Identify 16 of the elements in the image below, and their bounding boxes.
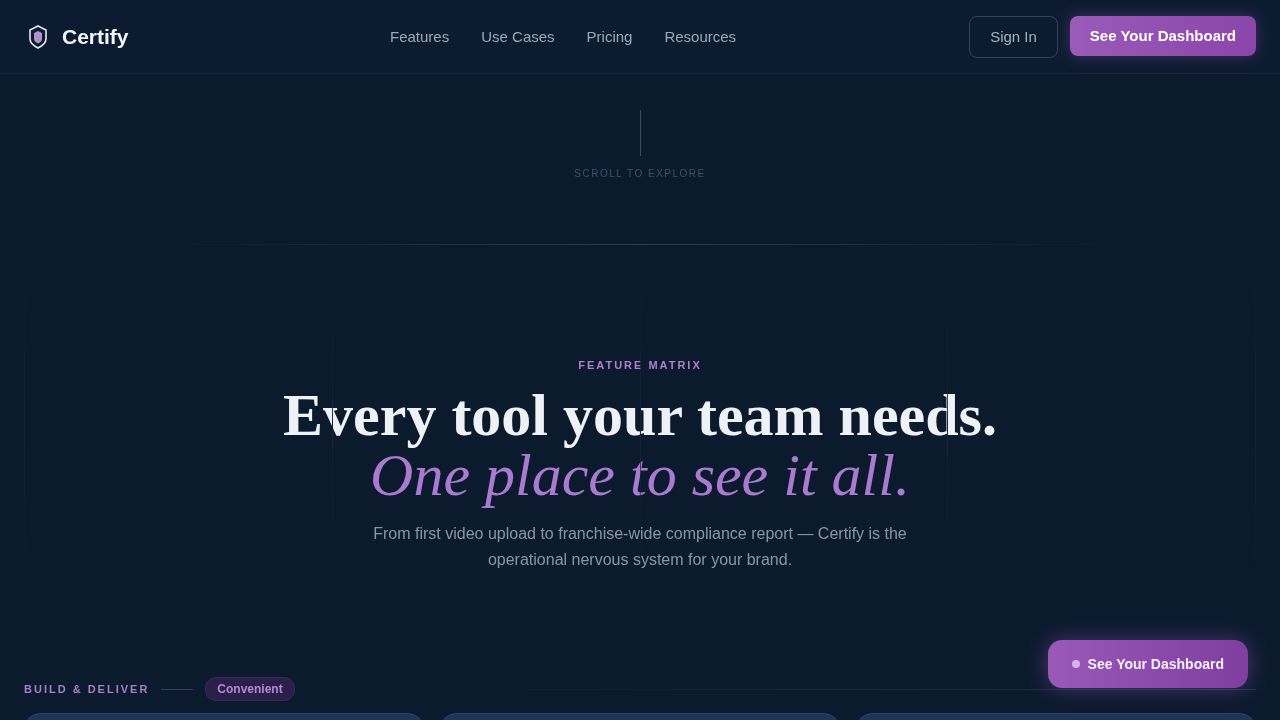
shield-logo-icon[interactable] (28, 24, 48, 49)
brand-name[interactable]: Certify (62, 24, 129, 49)
sign-in-button[interactable]: Sign In (969, 15, 1058, 58)
scroll-hint: SCROLL TO EXPLORE (574, 168, 706, 179)
scroll-line (639, 110, 641, 156)
dot-icon (1071, 660, 1080, 668)
nav-link[interactable]: Use Cases (481, 28, 555, 45)
nav-link[interactable]: Pricing (586, 28, 633, 45)
nav-link[interactable]: Resources (664, 28, 737, 45)
nav-link[interactable]: Features (390, 28, 450, 45)
dashboard-button[interactable]: See Your Dashboard (1069, 15, 1256, 56)
section-eyebrow: FEATURE MATRIX (578, 359, 702, 371)
floating-dashboard-button[interactable]: See Your Dashboard (1047, 640, 1248, 688)
hero-description: From first video upload to franchise-wide compliance report — Certify is the operational nervous system for your brand. (372, 524, 908, 570)
tag-badge: Convenient (205, 677, 295, 701)
section-label: BUILD & DELIVER (24, 683, 150, 695)
